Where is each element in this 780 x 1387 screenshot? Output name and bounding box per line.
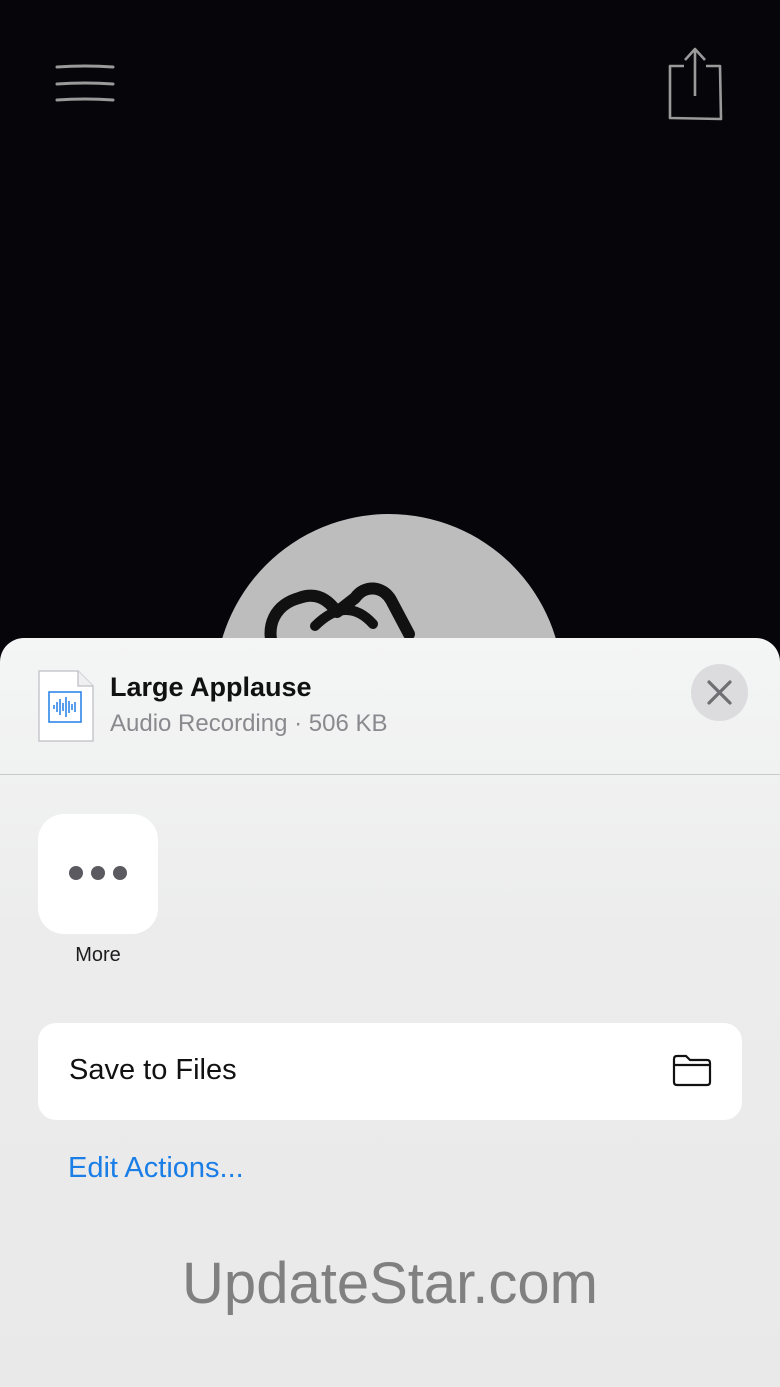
file-title: Large Applause <box>110 672 312 702</box>
more-tile[interactable] <box>38 814 158 934</box>
close-button[interactable] <box>691 664 748 721</box>
share-icon[interactable] <box>662 44 728 128</box>
folder-icon <box>672 1053 712 1087</box>
save-to-files-action[interactable]: Save to Files <box>38 1023 742 1120</box>
audio-file-icon <box>38 670 94 742</box>
app-more[interactable]: More <box>38 814 158 966</box>
edit-actions-link[interactable]: Edit Actions... <box>68 1152 244 1185</box>
share-sheet-header: Large Applause Audio Recording · 506 KB <box>0 638 780 774</box>
share-sheet: Large Applause Audio Recording · 506 KB … <box>0 638 780 1387</box>
more-dots-icon <box>69 866 127 880</box>
close-icon <box>707 680 732 705</box>
hamburger-menu-icon[interactable] <box>52 58 118 110</box>
watermark: UpdateStar.com <box>182 1251 598 1316</box>
file-subtitle: Audio Recording · 506 KB <box>110 710 388 737</box>
top-bar <box>0 0 780 140</box>
save-to-files-label: Save to Files <box>69 1054 237 1086</box>
more-label: More <box>75 944 121 966</box>
header-divider <box>0 774 780 775</box>
